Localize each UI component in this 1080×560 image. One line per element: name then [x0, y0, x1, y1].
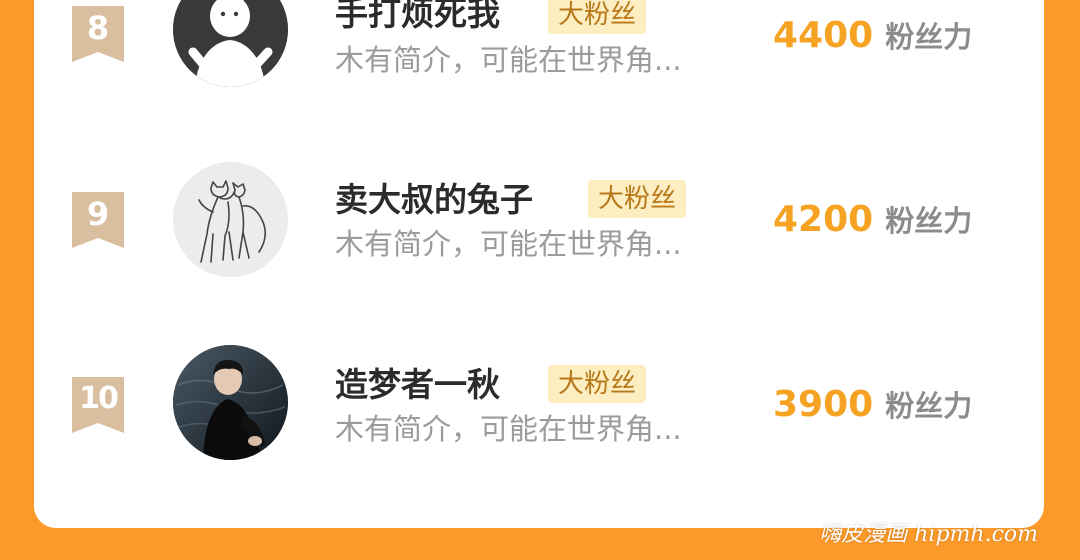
- site-watermark: 嗨皮漫画 hipmh.com: [819, 522, 1038, 547]
- user-name[interactable]: 手打烦死我: [335, 0, 500, 34]
- user-avatar[interactable]: [173, 345, 288, 460]
- rank-number: 10: [79, 381, 119, 416]
- fan-level-tag: 大粉丝: [548, 0, 647, 34]
- ranking-row[interactable]: 9 卖大叔的兔子 大粉丝 木有简介，可能在世界角... 4200 粉丝力: [0, 160, 1080, 280]
- rank-number: 8: [86, 9, 110, 47]
- user-avatar[interactable]: [173, 162, 288, 277]
- score-unit: 粉丝力: [885, 389, 973, 423]
- score-value: 4400: [773, 15, 874, 56]
- score-value: 3900: [773, 384, 874, 425]
- default-person-avatar-icon: [173, 0, 288, 87]
- fan-power-score: 4200 粉丝力: [773, 198, 972, 248]
- fan-power-score: 3900 粉丝力: [773, 383, 972, 433]
- user-name[interactable]: 造梦者一秋: [335, 365, 500, 405]
- score-unit: 粉丝力: [885, 204, 973, 238]
- user-bio: 木有简介，可能在世界角...: [335, 412, 682, 446]
- user-name[interactable]: 卖大叔的兔子: [335, 180, 533, 220]
- ranking-row[interactable]: 10 造梦者一秋 大粉丝 木有简介，可能在世界角... 3900 粉丝力: [0, 345, 1080, 465]
- man-portrait-avatar-icon: [173, 345, 288, 460]
- fan-level-tag: 大粉丝: [548, 365, 647, 403]
- rank-number: 9: [86, 195, 110, 233]
- fan-power-score: 4400 粉丝力: [773, 14, 972, 64]
- fan-level-tag: 大粉丝: [588, 180, 687, 218]
- rank-ribbon-badge: 10: [72, 377, 124, 433]
- dancing-cats-sketch-avatar-icon: [173, 162, 288, 277]
- rank-ribbon-badge: 9: [72, 192, 124, 248]
- user-bio: 木有简介，可能在世界角...: [335, 43, 682, 77]
- rank-ribbon-badge: 8: [72, 6, 124, 62]
- score-unit: 粉丝力: [885, 20, 973, 54]
- user-avatar[interactable]: [173, 0, 288, 87]
- user-bio: 木有简介，可能在世界角...: [335, 227, 682, 261]
- score-value: 4200: [773, 199, 874, 240]
- ranking-row[interactable]: 8 手打烦死我 大粉丝 木有简介，可能在世界角... 4400 粉丝力: [0, 0, 1080, 120]
